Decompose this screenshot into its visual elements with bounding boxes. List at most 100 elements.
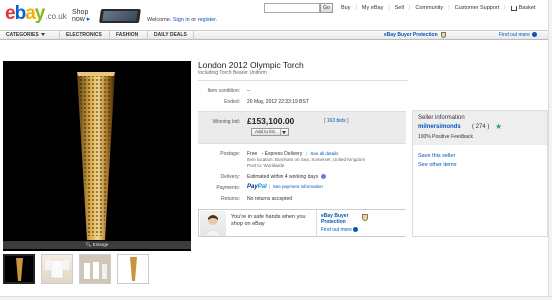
arrow-circle-icon bbox=[532, 32, 538, 38]
thumbnail-torch-alt-image bbox=[130, 257, 137, 281]
title-divider bbox=[198, 80, 408, 81]
thumbnail-photo[interactable] bbox=[79, 254, 111, 284]
buyer-protection-banner[interactable]: You're in safe hands when you shop on eB… bbox=[198, 209, 406, 237]
bid-history-link[interactable]: 163 bids bbox=[327, 118, 346, 124]
logo-domain: .co.uk bbox=[45, 12, 67, 21]
listing-title: London 2012 Olympic Torch bbox=[198, 60, 304, 70]
protection-title: eBay Buyer Protection bbox=[321, 213, 349, 225]
safe-hands-text: You're in safe hands when you shop on eB… bbox=[231, 214, 306, 227]
thumbnail-torch-image bbox=[16, 258, 23, 281]
paypal-logo: PayPal bbox=[247, 184, 267, 190]
nav-my-ebay[interactable]: My eBay bbox=[357, 5, 388, 11]
promo-arrow-icon: ▸ bbox=[86, 16, 91, 23]
seller-info-header: Seller information milnersimonds ( 274 )… bbox=[413, 111, 547, 145]
thumbnail-photo-image bbox=[80, 255, 110, 283]
find-out-more-link[interactable]: Find out more bbox=[499, 31, 538, 40]
delivery-value-row: Estimated within 4 working days bbox=[247, 174, 326, 180]
ended-label: Ended: bbox=[224, 99, 240, 105]
see-all-details-link[interactable]: See all details bbox=[310, 151, 338, 156]
post-to: Post to: Worldwide bbox=[247, 163, 285, 168]
ebay-logo[interactable]: ebay.co.uk bbox=[5, 4, 67, 27]
add-to-list-divider bbox=[280, 129, 281, 135]
promo-line-1: Shop bbox=[72, 9, 89, 16]
add-to-list-button[interactable]: Add to list bbox=[251, 128, 289, 136]
support-agent-figure bbox=[203, 215, 223, 236]
nav-buy[interactable]: Buy bbox=[336, 5, 355, 11]
promo-text: Shop now ▸ bbox=[72, 9, 90, 23]
delivery-label: Delivery: bbox=[220, 174, 240, 180]
ended-value: 20 May, 2012 22:33:19 BST bbox=[247, 99, 309, 105]
returns-label: Returns: bbox=[221, 196, 240, 202]
thumbnail-uniform[interactable] bbox=[41, 254, 73, 284]
other-items-link[interactable]: See other items bbox=[418, 162, 457, 168]
main-product-image[interactable]: 🔍︎ Enlarge bbox=[3, 61, 191, 251]
categories-menu[interactable]: CATEGORIES bbox=[0, 31, 60, 40]
basket-label: Basket bbox=[518, 5, 536, 11]
protection-find-out-label: Find out more bbox=[321, 227, 352, 233]
seller-feedback-score[interactable]: ( 274 ) bbox=[472, 124, 489, 130]
seller-info-box: Seller information milnersimonds ( 274 )… bbox=[412, 110, 548, 237]
info-icon[interactable] bbox=[320, 174, 326, 180]
nav-sell[interactable]: Sell bbox=[390, 5, 409, 11]
shield-icon bbox=[362, 214, 368, 221]
basket-link[interactable]: Basket bbox=[506, 5, 541, 11]
search-button[interactable]: Go bbox=[320, 3, 333, 13]
welcome-message: Welcome. Sign in or register. bbox=[147, 17, 217, 23]
site-header: ebay.co.uk Shop now ▸ Welcome. Sign in o… bbox=[0, 0, 552, 30]
payments-label: Payments: bbox=[216, 185, 240, 191]
logo-letter-y: y bbox=[34, 3, 46, 24]
logo-letter-e: e bbox=[5, 3, 16, 24]
register-link[interactable]: register bbox=[198, 17, 216, 23]
delivery-value: Estimated within 4 working days bbox=[247, 174, 319, 180]
postage-label: Postage: bbox=[220, 151, 240, 157]
bid-count: [ 163 bids ] bbox=[324, 118, 348, 124]
winning-bid-price: £153,100.00 bbox=[247, 116, 295, 126]
search-input[interactable] bbox=[264, 3, 320, 13]
shield-icon bbox=[440, 31, 446, 38]
chevron-down-icon bbox=[40, 33, 45, 37]
logo-letter-b: b bbox=[14, 3, 27, 24]
category-electronics[interactable]: ELECTRONICS bbox=[60, 31, 110, 40]
item-location: Item location: Burnham on Sea, Somerset,… bbox=[247, 157, 366, 162]
nav-customer-support[interactable]: Customer Support bbox=[450, 5, 505, 11]
find-out-more-label: Find out more bbox=[499, 32, 530, 38]
protection-find-out-link[interactable]: Find out more bbox=[321, 227, 359, 233]
save-seller-link[interactable]: Save this seller bbox=[418, 153, 455, 159]
promo-line-2: now bbox=[72, 16, 85, 23]
winning-bid-label: Winning bid: bbox=[212, 119, 240, 125]
thumbnail-torch[interactable] bbox=[3, 254, 35, 284]
winning-bid-box: Winning bid: £153,100.00 [ 163 bids ] Ad… bbox=[198, 111, 406, 144]
item-condition-label: Item condition: bbox=[207, 88, 240, 94]
sign-in-link[interactable]: Sign in bbox=[173, 17, 190, 23]
thumbnail-uniform-image bbox=[45, 259, 69, 279]
seller-name-link[interactable]: milnersimonds bbox=[418, 124, 461, 130]
seller-info-title: Seller information bbox=[418, 115, 465, 121]
star-icon: ★ bbox=[495, 122, 503, 131]
window-scrollbar[interactable] bbox=[548, 0, 552, 300]
welcome-prefix: Welcome. bbox=[147, 17, 173, 23]
arrow-circle-icon bbox=[353, 227, 359, 233]
chevron-down-icon bbox=[282, 131, 286, 134]
category-daily-deals[interactable]: DAILY DEALS bbox=[148, 31, 194, 40]
thumbnail-torch-alt[interactable] bbox=[117, 254, 149, 284]
payment-info-link[interactable]: See payment information bbox=[273, 184, 323, 189]
paypal-pal: Pal bbox=[257, 184, 267, 190]
welcome-or: or bbox=[189, 17, 198, 23]
add-to-list-label: Add to list bbox=[255, 129, 275, 134]
category-fashion[interactable]: FASHION bbox=[110, 31, 148, 40]
basket-icon bbox=[510, 5, 517, 11]
logo-letter-a: a bbox=[25, 3, 36, 24]
olympic-torch-image bbox=[77, 72, 115, 240]
tablet-image bbox=[99, 9, 141, 23]
top-nav: Buy | My eBay | Sell | Community | Customer … bbox=[336, 3, 541, 13]
payments-value-row: PayPal | See payment information bbox=[247, 184, 323, 190]
shop-now-promo[interactable]: Shop now ▸ bbox=[72, 9, 142, 25]
buyer-protection-link[interactable]: eBay Buyer Protection bbox=[384, 31, 446, 40]
enlarge-label: Enlarge bbox=[92, 242, 109, 247]
welcome-suffix: . bbox=[215, 17, 218, 23]
payment-separator: | bbox=[269, 184, 271, 190]
seller-positive-feedback: 100% Positive Feedback bbox=[418, 134, 474, 140]
enlarge-button[interactable]: 🔍︎ Enlarge bbox=[3, 241, 191, 249]
paypal-pay: Pay bbox=[247, 184, 258, 190]
nav-community[interactable]: Community bbox=[410, 5, 448, 11]
